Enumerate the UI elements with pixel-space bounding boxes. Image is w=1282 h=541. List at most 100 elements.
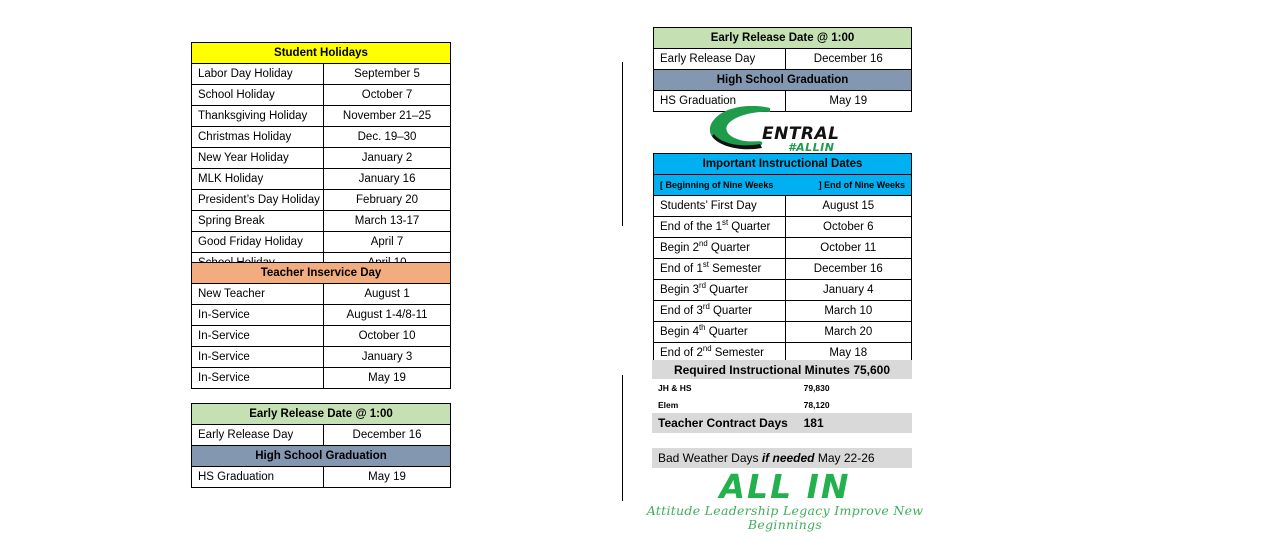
instructional-label: End of 1st Semester [653, 258, 786, 280]
holiday-date: Dec. 19–30 [323, 126, 451, 148]
table-row: New Year Holiday January 2 [190, 147, 451, 169]
nine-weeks-legend: [ Beginning of Nine Weeks ] End of Nine … [653, 174, 912, 196]
table-row: End of the 1st Quarter October 6 [653, 216, 913, 238]
graduation-label: HS Graduation [190, 466, 325, 488]
instructional-label: End of 3rd Quarter [653, 300, 786, 322]
early-release-graduation-table-right: Early Release Date @ 1:00 Early Release … [653, 27, 913, 112]
table-row: In-Service October 10 [190, 325, 451, 347]
instructional-date: March 20 [784, 321, 913, 343]
bad-weather-suffix: May 22-26 [814, 451, 875, 465]
holiday-label: Thanksgiving Holiday [190, 105, 325, 127]
student-holidays-table: Student Holidays Labor Day Holiday Septe… [190, 42, 451, 274]
instructional-dates-title: Important Instructional Dates [653, 153, 912, 175]
holiday-date: April 7 [323, 231, 451, 253]
table-row: Elem 78,120 [652, 396, 912, 413]
early-release-date: December 16 [323, 424, 451, 446]
important-instructional-dates-table: Important Instructional Dates [ Beginnin… [653, 153, 913, 364]
table-header-row: Early Release Date @ 1:00 [653, 27, 912, 49]
table-row: Begin 4th Quarter March 20 [653, 321, 913, 343]
table-row: Spring Break March 13-17 [190, 210, 451, 232]
inservice-date: January 3 [323, 346, 451, 368]
label-ordinal: rd [702, 302, 710, 312]
table-row: JH & HS 79,830 [652, 379, 912, 396]
holiday-label: President’s Day Holiday [190, 189, 325, 211]
table-row: Labor Day Holiday September 5 [190, 63, 451, 85]
label-pre: End of 2 [660, 347, 703, 359]
all-in-tagline: Attitude Leadership Legacy Improve New B… [646, 503, 924, 532]
minutes-title: Required Instructional Minutes 75,600 [652, 360, 912, 379]
early-release-title: Early Release Date @ 1:00 [653, 27, 912, 49]
teacher-contract-days-value: 181 [797, 413, 912, 433]
table-row: In-Service August 1-4/8-11 [190, 304, 451, 326]
table-row: Early Release Day December 16 [653, 48, 913, 70]
legend-begin-nine-weeks: [ Beginning of Nine Weeks [660, 180, 774, 190]
minutes-group-value: 79,830 [797, 379, 912, 396]
teacher-inservice-table: Teacher Inservice Day New Teacher August… [190, 262, 451, 389]
holiday-date: January 2 [323, 147, 451, 169]
table-row: Teacher Contract Days 181 [652, 413, 912, 433]
table-header-row: Early Release Date @ 1:00 [191, 403, 451, 425]
instructional-label: Begin 4th Quarter [653, 321, 786, 343]
early-release-label: Early Release Day [190, 424, 325, 446]
early-release-date: December 16 [784, 48, 913, 70]
legend-end-nine-weeks: ] End of Nine Weeks [818, 180, 905, 190]
holiday-date: March 13-17 [323, 210, 451, 232]
inservice-label: In-Service [190, 346, 325, 368]
table-row: In-Service January 3 [190, 346, 451, 368]
early-release-title: Early Release Date @ 1:00 [191, 403, 451, 425]
holiday-date: October 7 [323, 84, 451, 106]
table-header-row: Required Instructional Minutes 75,600 [652, 360, 912, 379]
table-row: In-Service May 19 [190, 367, 451, 389]
early-release-label: Early Release Day [653, 48, 786, 70]
table-header-row: High School Graduation [191, 445, 451, 467]
instructional-label: End of the 1st Quarter [653, 216, 786, 238]
all-in-title: ALL IN [719, 467, 851, 506]
inservice-date: August 1 [323, 283, 451, 305]
label-pre: Students’ First Day [660, 200, 757, 212]
inservice-label: In-Service [190, 304, 325, 326]
required-instructional-minutes-table: Required Instructional Minutes 75,600 JH… [652, 360, 912, 433]
graduation-title: High School Graduation [653, 69, 912, 91]
instructional-date: March 10 [784, 300, 913, 322]
early-release-graduation-table-left: Early Release Date @ 1:00 Early Release … [190, 403, 451, 488]
table-header-row: Important Instructional Dates [653, 153, 912, 175]
label-post: Quarter [705, 284, 749, 296]
table-header-row: Teacher Inservice Day [191, 262, 451, 284]
inservice-date: August 1-4/8-11 [323, 304, 451, 326]
label-pre: Begin 2 [660, 242, 700, 254]
table-row: Early Release Day December 16 [190, 424, 451, 446]
label-post: Semester [711, 347, 764, 359]
table-row: New Teacher August 1 [190, 283, 451, 305]
graduation-date: May 19 [323, 466, 451, 488]
holiday-label: Spring Break [190, 210, 325, 232]
label-pre: Begin 4 [660, 326, 700, 338]
label-ordinal: nd [702, 344, 712, 354]
label-ordinal: rd [699, 281, 706, 291]
minutes-group-value: 78,120 [797, 396, 912, 413]
holiday-label: Good Friday Holiday [190, 231, 325, 253]
table-row: HS Graduation May 19 [190, 466, 451, 488]
table-row: President’s Day Holiday February 20 [190, 189, 451, 211]
table-header-row: Student Holidays [191, 42, 451, 64]
label-pre: End of 1 [660, 263, 703, 275]
table-row: MLK Holiday January 16 [190, 168, 451, 190]
holiday-date: September 5 [323, 63, 451, 85]
instructional-date: October 11 [784, 237, 913, 259]
bad-weather-prefix: Bad Weather Days [658, 451, 762, 465]
inservice-label: In-Service [190, 325, 325, 347]
all-in-branding: ALL IN Attitude Leadership Legacy Improv… [620, 470, 950, 532]
table-row: Begin 3rd Quarter January 4 [653, 279, 913, 301]
table-row: Thanksgiving Holiday November 21–25 [190, 105, 451, 127]
minutes-group-label: Elem [652, 396, 798, 413]
table-row: End of 3rd Quarter March 10 [653, 300, 913, 322]
holiday-label: New Year Holiday [190, 147, 325, 169]
label-post: Semester [708, 263, 762, 275]
table-row: End of 1st Semester December 16 [653, 258, 913, 280]
inservice-label: New Teacher [190, 283, 325, 305]
holiday-date: February 20 [323, 189, 451, 211]
table-legend-row: [ Beginning of Nine Weeks ] End of Nine … [653, 174, 912, 196]
label-post: Quarter [709, 305, 752, 317]
table-row: Christmas Holiday Dec. 19–30 [190, 126, 451, 148]
teacher-contract-days-label: Teacher Contract Days [652, 413, 798, 433]
instructional-label: Begin 3rd Quarter [653, 279, 786, 301]
